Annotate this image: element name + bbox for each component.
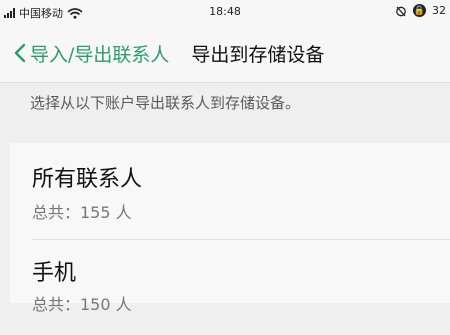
back-label: 导入/导出联系人: [30, 43, 170, 66]
nav-divider: [0, 82, 450, 83]
account-list: 所有联系人 总共：155 人 手机 总共：150 人: [10, 143, 450, 314]
alarm-icon: [396, 6, 406, 16]
account-count: 总共：150 人: [32, 295, 132, 314]
back-button[interactable]: 导入/导出联系人: [0, 40, 169, 67]
battery-level: 32: [432, 4, 446, 17]
account-name: 所有联系人: [32, 167, 143, 192]
navigation-bar: 导入/导出联系人 导出到存储设备: [0, 24, 450, 82]
instruction-text: 选择从以下账户导出联系人到存储设备。: [30, 94, 301, 112]
chevron-left-icon: [14, 43, 26, 63]
list-item-phone[interactable]: 手机 总共：150 人: [10, 239, 450, 335]
page-title: 导出到存储设备: [191, 43, 325, 66]
account-name: 手机: [32, 261, 77, 286]
status-time: 18:48: [209, 5, 241, 18]
status-right: 🔒 32: [395, 4, 446, 17]
status-bar: 中国移动 18:48 🔒 32: [0, 0, 450, 24]
account-count: 总共：155 人: [32, 203, 132, 222]
lock-icon: 🔒: [413, 4, 426, 17]
list-item-all-contacts[interactable]: 所有联系人 总共：155 人: [10, 143, 450, 240]
